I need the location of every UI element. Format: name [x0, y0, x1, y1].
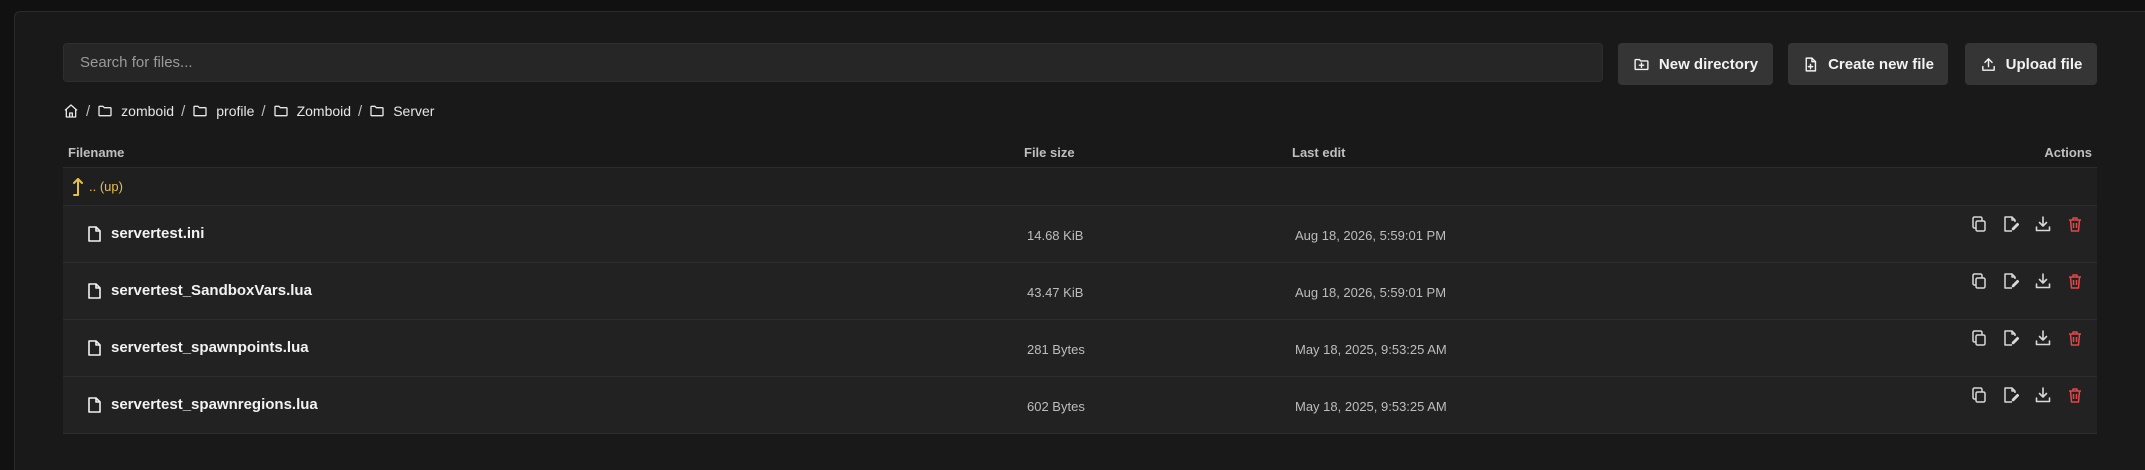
header-filename: Filename: [68, 145, 125, 160]
file-size: 14.68 KiB: [1027, 228, 1084, 243]
parent-directory-link[interactable]: .. (up): [71, 176, 123, 196]
last-edit: Aug 18, 2026, 5:59:01 PM: [1295, 285, 1447, 300]
folder-plus-icon: [1634, 58, 1649, 70]
rename-icon[interactable]: [2003, 273, 2019, 289]
create-new-file-label: Create new file: [1828, 55, 1934, 73]
breadcrumb-label: Zomboid: [296, 103, 352, 119]
last-edit: May 18, 2025, 9:53:25 AM: [1295, 399, 1447, 414]
trash-icon[interactable]: [2067, 273, 2083, 289]
create-new-file-button[interactable]: Create new file: [1788, 43, 1948, 85]
file-size: 281 Bytes: [1027, 342, 1085, 357]
file-name: servertest_spawnregions.lua: [111, 396, 318, 413]
file-name: servertest_SandboxVars.lua: [111, 282, 312, 299]
trash-icon[interactable]: [2067, 387, 2083, 403]
copy-icon[interactable]: [1971, 273, 1987, 289]
search-input[interactable]: [63, 43, 1603, 82]
breadcrumb-item-zomboid-dir[interactable]: Zomboid: [273, 103, 351, 119]
breadcrumb: / zomboid / profile / Zomboid / Server: [63, 100, 434, 122]
level-up-icon: [73, 178, 83, 196]
row-actions: [1971, 273, 2083, 289]
breadcrumb-separator: /: [261, 102, 266, 120]
table-header: Filename File size Last edit Actions: [63, 138, 2097, 168]
trash-icon[interactable]: [2067, 330, 2083, 346]
file-name-link[interactable]: servertest.ini: [87, 225, 204, 242]
file-name-link[interactable]: servertest_spawnpoints.lua: [87, 339, 309, 356]
breadcrumb-label: Server: [393, 103, 435, 119]
file-size: 602 Bytes: [1027, 399, 1085, 414]
folder-icon: [370, 105, 384, 117]
breadcrumb-item-zomboid[interactable]: zomboid: [97, 103, 174, 119]
last-edit: Aug 18, 2026, 5:59:01 PM: [1295, 228, 1447, 243]
parent-directory-label: .. (up): [89, 178, 123, 194]
trash-icon[interactable]: [2067, 216, 2083, 232]
row-actions: [1971, 387, 2083, 403]
rename-icon[interactable]: [2003, 330, 2019, 346]
download-icon[interactable]: [2035, 330, 2051, 346]
breadcrumb-item-profile[interactable]: profile: [192, 103, 254, 119]
folder-icon: [193, 105, 207, 117]
parent-directory-row: .. (up): [63, 168, 2097, 206]
file-size: 43.47 KiB: [1027, 285, 1084, 300]
row-actions: [1971, 216, 2083, 232]
download-icon[interactable]: [2035, 387, 2051, 403]
breadcrumb-separator: /: [358, 102, 363, 120]
last-edit: May 18, 2025, 9:53:25 AM: [1295, 342, 1447, 357]
upload-icon: [1981, 57, 1995, 71]
file-table: Filename File size Last edit Actions .. …: [63, 138, 2097, 434]
upload-file-label: Upload file: [2005, 55, 2083, 73]
header-file-size: File size: [1024, 145, 1075, 160]
breadcrumb-label: profile: [216, 103, 255, 119]
file-icon: [88, 339, 101, 356]
file-name: servertest_spawnpoints.lua: [111, 339, 309, 356]
copy-icon[interactable]: [1971, 216, 1987, 232]
file-name-link[interactable]: servertest_spawnregions.lua: [87, 396, 318, 413]
copy-icon[interactable]: [1971, 330, 1987, 346]
header-actions: Actions: [2044, 145, 2092, 160]
file-name: servertest.ini: [111, 225, 205, 242]
rename-icon[interactable]: [2003, 387, 2019, 403]
home-icon: [64, 104, 78, 118]
new-directory-label: New directory: [1658, 55, 1759, 73]
file-name-link[interactable]: servertest_SandboxVars.lua: [87, 282, 312, 299]
breadcrumb-label: zomboid: [121, 103, 175, 119]
folder-icon: [98, 105, 112, 117]
breadcrumb-item-server[interactable]: Server: [369, 103, 434, 119]
table-row: servertest.ini 14.68 KiB Aug 18, 2026, 5…: [63, 206, 2097, 263]
rename-icon[interactable]: [2003, 216, 2019, 232]
row-actions: [1971, 330, 2083, 346]
table-row: servertest_spawnpoints.lua 281 Bytes May…: [63, 320, 2097, 377]
download-icon[interactable]: [2035, 216, 2051, 232]
header-last-edit: Last edit: [1292, 145, 1346, 160]
file-icon: [88, 282, 101, 299]
new-directory-button[interactable]: New directory: [1618, 43, 1773, 85]
table-row: servertest_spawnregions.lua 602 Bytes Ma…: [63, 377, 2097, 434]
file-icon: [88, 396, 101, 413]
breadcrumb-home[interactable]: [63, 103, 79, 119]
file-icon: [88, 225, 101, 242]
breadcrumb-separator: /: [181, 102, 186, 120]
download-icon[interactable]: [2035, 273, 2051, 289]
table-row: servertest_SandboxVars.lua 43.47 KiB Aug…: [63, 263, 2097, 320]
copy-icon[interactable]: [1971, 387, 1987, 403]
file-plus-icon: [1805, 56, 1817, 72]
upload-file-button[interactable]: Upload file: [1965, 43, 2097, 85]
folder-icon: [273, 105, 288, 117]
breadcrumb-separator: /: [86, 102, 91, 120]
